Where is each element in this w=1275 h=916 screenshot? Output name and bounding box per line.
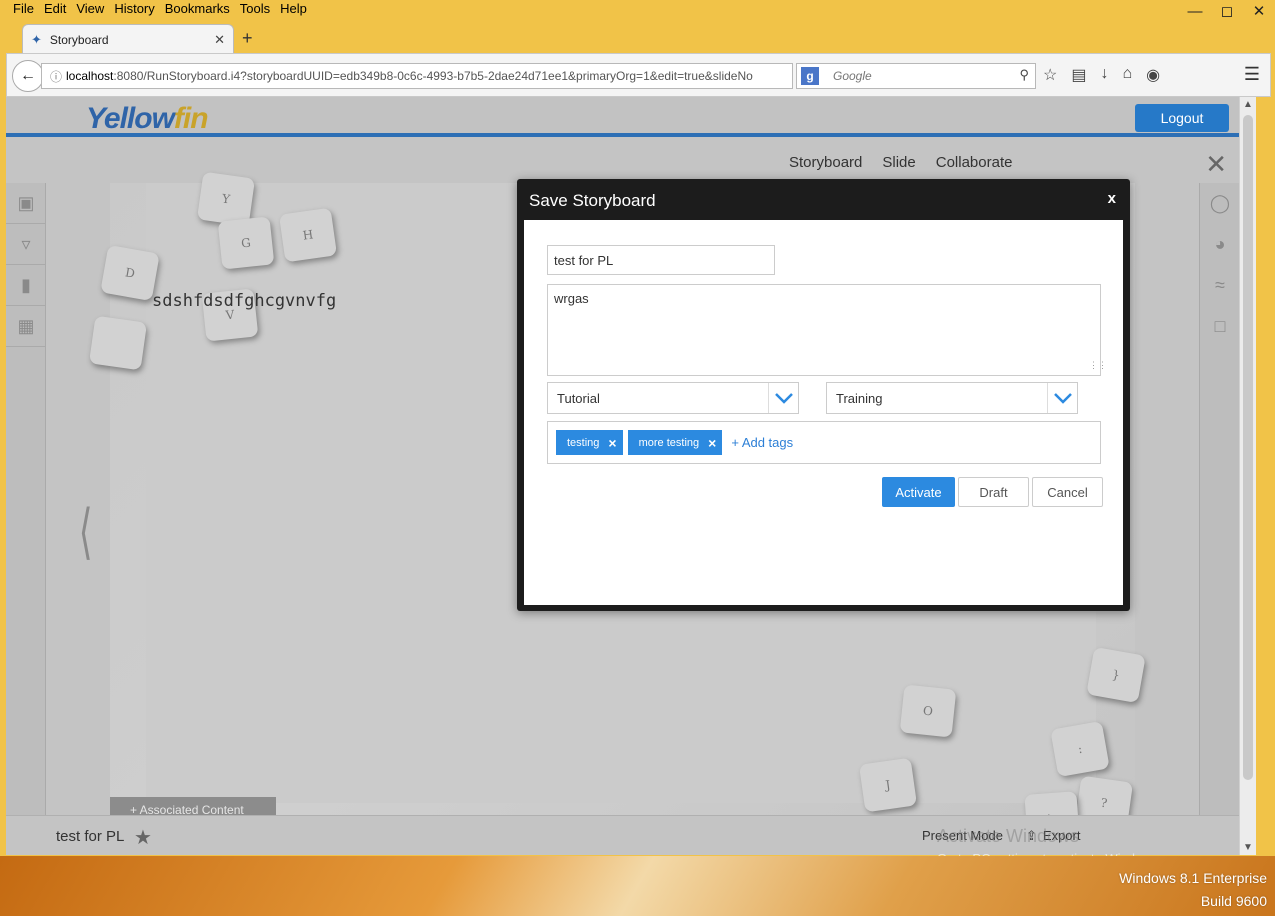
menu-help[interactable]: Help <box>275 0 312 18</box>
add-tags-link[interactable]: + Add tags <box>731 435 793 450</box>
feed-icon[interactable]: ≈ <box>1200 265 1239 306</box>
activate-windows-watermark: Activate Windows <box>937 826 1080 846</box>
menu-file[interactable]: File <box>8 0 39 18</box>
save-storyboard-dialog: Save Storyboard x wrgas ⋮⋮ Tutorial Trai… <box>517 179 1130 611</box>
scroll-up-icon[interactable]: ▲ <box>1243 99 1253 110</box>
subnav-storyboard[interactable]: Storyboard <box>789 154 862 171</box>
discussion-icon[interactable]: ◕ <box>1200 224 1239 265</box>
dialog-body: wrgas ⋮⋮ Tutorial Training testing × <box>524 220 1123 605</box>
storyboard-name-input[interactable] <box>547 245 775 275</box>
menu-history[interactable]: History <box>109 0 159 18</box>
tag-chip: testing × <box>556 430 623 455</box>
pocket-icon[interactable]: ◉ <box>1146 65 1160 85</box>
menu-bar: File Edit View History Bookmarks Tools H… <box>8 0 312 18</box>
resize-grip-icon[interactable]: ⋮⋮ <box>1089 361 1107 370</box>
menu-view[interactable]: View <box>71 0 109 18</box>
tag-chip: more testing × <box>627 430 723 455</box>
slide-text[interactable]: sdshfdsdfghcgvnvfg <box>152 291 336 311</box>
keyboard-key: J <box>858 757 918 813</box>
subcategory-select[interactable]: Training <box>826 382 1078 414</box>
url-path: :8080/RunStoryboard.i4?storyboardUUID=ed… <box>113 69 753 83</box>
bookmark-icon[interactable]: □ <box>1200 306 1239 347</box>
minimize-icon[interactable]: — <box>1179 0 1211 22</box>
toolbar-icons: ☆ ▤ ↓ ⌂ ◉ <box>1043 65 1160 85</box>
search-input[interactable]: g Google ⚲ <box>796 63 1036 89</box>
image-icon[interactable]: ▦ <box>6 306 46 347</box>
scroll-down-icon[interactable]: ▼ <box>1243 842 1253 853</box>
subcategory-value: Training <box>836 390 883 406</box>
app-header: Yellowfin Logout <box>6 97 1239 137</box>
close-window-icon[interactable]: ✕ <box>1243 0 1275 22</box>
keyboard-key: O <box>899 684 957 738</box>
menu-tools[interactable]: Tools <box>235 0 275 18</box>
keyboard-key: G <box>217 216 275 270</box>
favourite-star-icon[interactable]: ★ <box>134 825 152 850</box>
search-icon[interactable]: ⚲ <box>1019 67 1029 83</box>
storyboard-description-input[interactable]: wrgas <box>547 284 1101 376</box>
home-icon[interactable]: ⌂ <box>1122 65 1132 85</box>
close-editor-icon[interactable]: ✕ <box>1205 149 1227 180</box>
comment-icon[interactable]: ◯ <box>1200 183 1239 224</box>
left-tool-rail: ▣ ▿ ▮ ▦ <box>6 183 46 815</box>
tags-field[interactable]: testing × more testing × + Add tags <box>547 421 1101 464</box>
remove-tag-icon[interactable]: × <box>608 435 616 451</box>
browser-window: File Edit View History Bookmarks Tools H… <box>0 0 1275 856</box>
menu-edit[interactable]: Edit <box>39 0 71 18</box>
dialog-close-button[interactable]: x <box>1108 190 1116 207</box>
chevron-down-icon[interactable] <box>1047 383 1077 413</box>
activate-button[interactable]: Activate <box>882 477 955 507</box>
windows-build: Build 9600 <box>1200 893 1267 909</box>
subnav-collaborate[interactable]: Collaborate <box>936 154 1013 171</box>
category-select[interactable]: Tutorial <box>547 382 799 414</box>
yellowfin-logo: Yellowfin <box>86 102 209 135</box>
close-tab-icon[interactable]: ✕ <box>214 32 225 48</box>
windows-edition: Windows 8.1 Enterprise <box>1119 870 1267 886</box>
remove-tag-icon[interactable]: × <box>708 435 716 451</box>
tag-label: more testing <box>638 436 700 449</box>
desktop-background: Windows 8.1 Enterprise Build 9600 <box>0 856 1275 916</box>
previous-slide-icon[interactable]: ⟨ <box>79 497 93 567</box>
dialog-title: Save Storyboard <box>529 191 656 210</box>
right-tool-rail: ◯ ◕ ≈ □ <box>1199 183 1239 815</box>
bar-chart-icon[interactable]: ▮ <box>6 265 46 306</box>
keyboard-key: : <box>1050 720 1110 778</box>
subnav-slide[interactable]: Slide <box>882 154 915 171</box>
keyboard-key: D <box>100 244 160 302</box>
menu-bookmarks[interactable]: Bookmarks <box>160 0 235 18</box>
hamburger-menu-icon[interactable]: ☰ <box>1244 64 1260 85</box>
scroll-thumb[interactable] <box>1243 115 1253 780</box>
logout-button[interactable]: Logout <box>1135 104 1229 132</box>
keyboard-key <box>88 315 148 371</box>
search-placeholder: Google <box>833 69 872 83</box>
tab-label: Storyboard <box>49 32 109 47</box>
new-tab-icon[interactable]: + <box>242 28 253 49</box>
keyboard-key: H <box>278 207 338 263</box>
filter-icon[interactable]: ▿ <box>6 224 46 265</box>
maximize-icon[interactable]: ◻ <box>1211 0 1243 22</box>
bookmark-star-icon[interactable]: ☆ <box>1043 65 1057 85</box>
tag-label: testing <box>567 436 600 449</box>
keyboard-key: } <box>1086 646 1146 704</box>
url-host: localhost <box>66 69 114 83</box>
tab-storyboard[interactable]: ✦ Storyboard ✕ <box>22 24 234 54</box>
chevron-down-icon[interactable] <box>768 383 798 413</box>
nav-toolbar: ← ⓘ localhost :8080/RunStoryboard.i4?sto… <box>6 53 1271 97</box>
back-arrow-icon[interactable]: ← <box>12 60 44 92</box>
draft-button[interactable]: Draft <box>958 477 1029 507</box>
cancel-button[interactable]: Cancel <box>1032 477 1103 507</box>
page-scrollbar[interactable]: ▲ ▼ <box>1239 97 1256 855</box>
yellowfin-favicon-icon: ✦ <box>31 31 42 47</box>
storyboard-title: test for PL <box>56 828 125 845</box>
window-controls: — ◻ ✕ <box>1179 0 1275 22</box>
google-icon[interactable]: g <box>801 67 819 85</box>
reading-list-icon[interactable]: ▤ <box>1071 65 1086 85</box>
category-value: Tutorial <box>557 390 600 406</box>
info-icon[interactable]: ⓘ <box>50 68 62 85</box>
tab-bar: ✦ Storyboard ✕ + <box>0 22 1275 54</box>
monitor-icon[interactable]: ▣ <box>6 183 46 224</box>
download-icon[interactable]: ↓ <box>1100 65 1108 85</box>
storyboard-subnav: Storyboard Slide Collaborate ✕ <box>6 141 1239 181</box>
url-bar[interactable]: ⓘ localhost :8080/RunStoryboard.i4?story… <box>41 63 793 89</box>
